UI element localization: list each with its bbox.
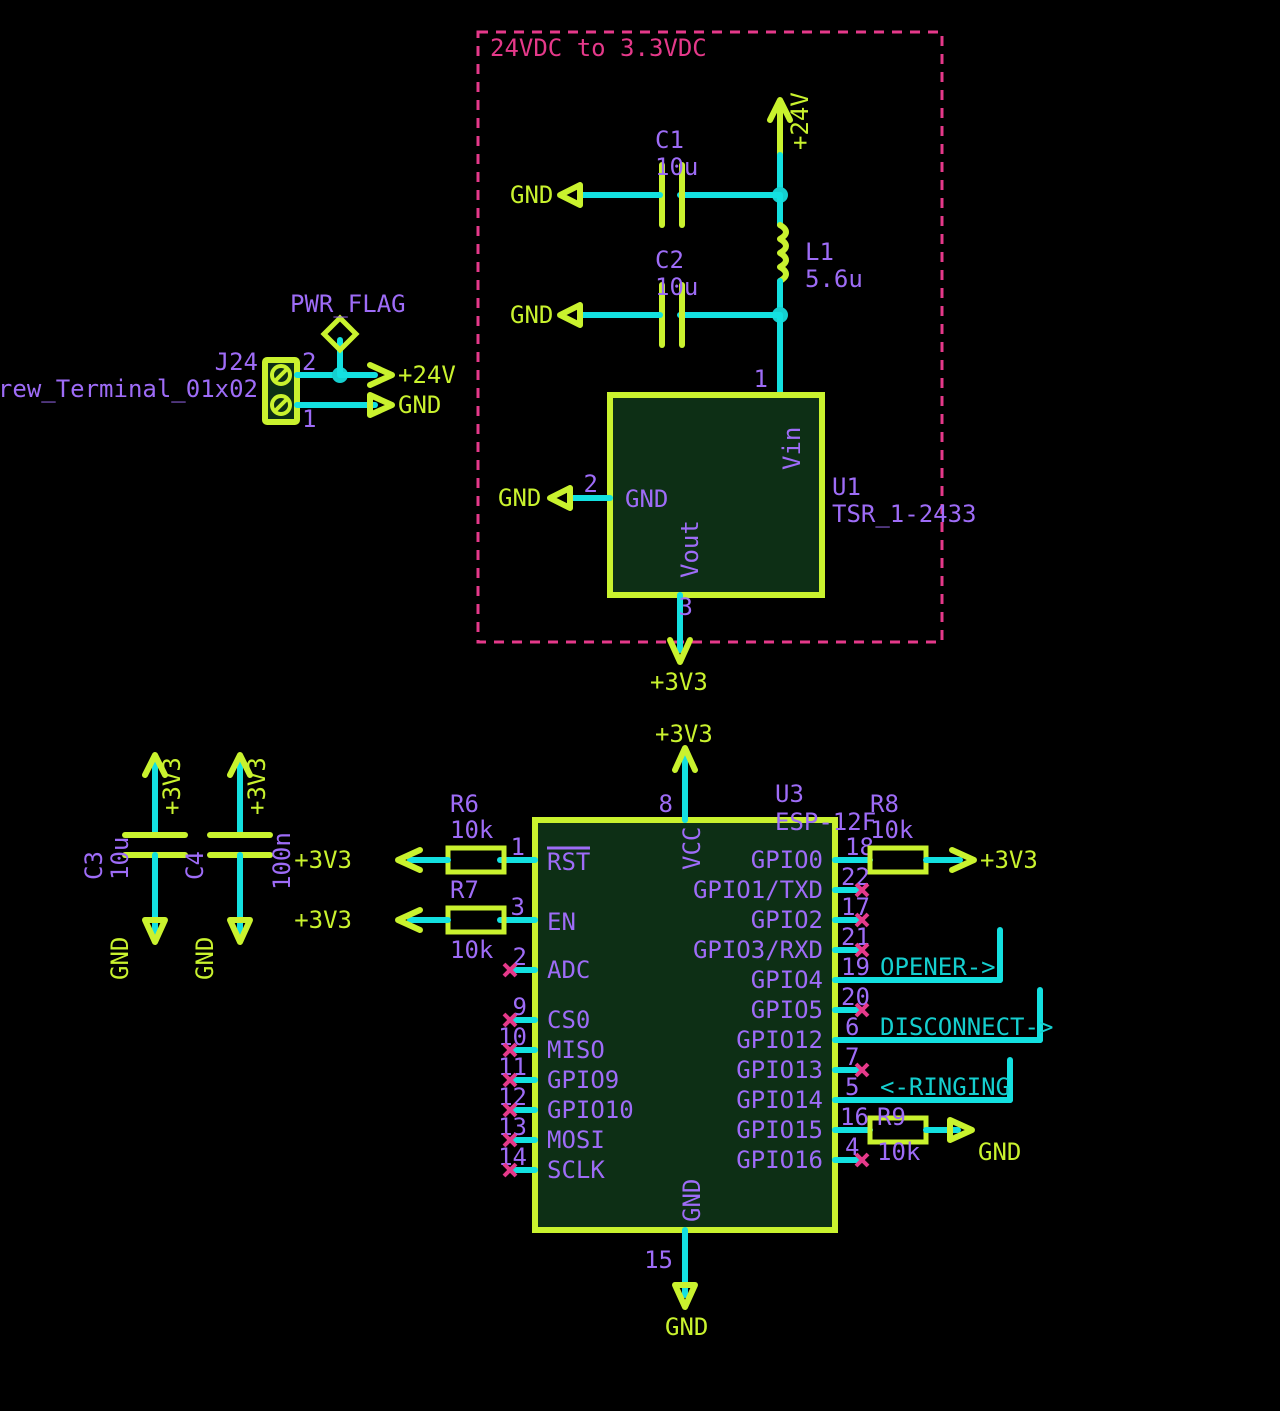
- cap-c1: GND C1 10u: [510, 126, 788, 225]
- svg-text:15: 15: [644, 1246, 673, 1274]
- svg-text:GPIO13: GPIO13: [736, 1056, 823, 1084]
- svg-text:GND: GND: [510, 301, 553, 329]
- svg-text:Vin: Vin: [778, 427, 806, 470]
- svg-text:GND: GND: [665, 1313, 708, 1341]
- svg-text:R6: R6: [450, 790, 479, 818]
- svg-text:MISO: MISO: [547, 1036, 605, 1064]
- svg-text:MOSI: MOSI: [547, 1126, 605, 1154]
- svg-text:GPIO5: GPIO5: [751, 996, 823, 1024]
- svg-text:PWR_FLAG: PWR_FLAG: [290, 290, 406, 318]
- svg-text:ESP-12F: ESP-12F: [775, 808, 876, 836]
- svg-text:GPIO4: GPIO4: [751, 966, 823, 994]
- svg-text:1: 1: [302, 405, 316, 433]
- svg-text:10k: 10k: [450, 816, 494, 844]
- svg-text:C1: C1: [655, 126, 684, 154]
- svg-text:GPIO10: GPIO10: [547, 1096, 634, 1124]
- svg-text:2: 2: [584, 470, 598, 498]
- svg-text:1: 1: [511, 833, 525, 861]
- svg-text:10u: 10u: [655, 153, 698, 181]
- schematic: 24VDC to 3.3VDC +24V GND C1 10u L1 5.6u …: [0, 0, 1280, 1411]
- svg-text:100n: 100n: [268, 832, 296, 890]
- svg-text:GND: GND: [625, 485, 668, 513]
- svg-text:GPIO3/RXD: GPIO3/RXD: [693, 936, 823, 964]
- svg-text:U1: U1: [832, 473, 861, 501]
- svg-text:+3V3: +3V3: [980, 846, 1038, 874]
- svg-text:GPIO12: GPIO12: [736, 1026, 823, 1054]
- svg-text:GPIO16: GPIO16: [736, 1146, 823, 1174]
- svg-text:GPIO0: GPIO0: [751, 846, 823, 874]
- svg-text:+3V3: +3V3: [650, 668, 708, 696]
- svg-text:1: 1: [754, 365, 768, 393]
- svg-text:GND: GND: [398, 391, 441, 419]
- svg-text:+24V: +24V: [398, 361, 456, 389]
- svg-text:10u: 10u: [655, 273, 698, 301]
- svg-text:8: 8: [659, 790, 673, 818]
- svg-text:GPIO15: GPIO15: [736, 1116, 823, 1144]
- svg-text:GPIO9: GPIO9: [547, 1066, 619, 1094]
- svg-text:+3V3: +3V3: [294, 906, 352, 934]
- svg-text:2: 2: [302, 348, 316, 376]
- svg-text:GND: GND: [510, 181, 553, 209]
- svg-text:16: 16: [840, 1103, 869, 1131]
- svg-text:<-RINGING: <-RINGING: [880, 1073, 1010, 1101]
- svg-text:L1: L1: [805, 238, 834, 266]
- svg-text:C4: C4: [181, 851, 209, 880]
- svg-text:TSR_1-2433: TSR_1-2433: [832, 500, 977, 528]
- svg-text:R8: R8: [870, 790, 899, 818]
- cap-c2: GND C2 10u: [510, 246, 780, 345]
- svg-text:RST: RST: [547, 848, 590, 876]
- svg-text:C3: C3: [80, 851, 108, 880]
- svg-text:+3V3: +3V3: [655, 720, 713, 748]
- reg-u1: Vin Vout GND U1 TSR_1-2433 2 GND 3 +3V3: [498, 395, 977, 696]
- svg-text:DISCONNECT->: DISCONNECT->: [880, 1013, 1053, 1041]
- svg-text:OPENER->: OPENER->: [880, 953, 996, 981]
- ind-l1: L1 5.6u: [772, 195, 863, 323]
- svg-text:GPIO14: GPIO14: [736, 1086, 823, 1114]
- svg-text:C2: C2: [655, 246, 684, 274]
- svg-text:5: 5: [845, 1073, 859, 1101]
- svg-text:3: 3: [679, 593, 693, 621]
- section-title: 24VDC to 3.3VDC: [490, 34, 707, 62]
- svg-text:3: 3: [511, 893, 525, 921]
- svg-text:+3V3: +3V3: [243, 757, 271, 815]
- svg-text:GND: GND: [191, 937, 219, 980]
- svg-text:+3V3: +3V3: [158, 757, 186, 815]
- svg-text:GND: GND: [106, 937, 134, 980]
- svg-text:J24: J24: [215, 348, 258, 376]
- svg-text:6: 6: [845, 1013, 859, 1041]
- svg-text:GND: GND: [498, 484, 541, 512]
- svg-text:10k: 10k: [870, 816, 914, 844]
- conn-j24: J24 Screw_Terminal_01x02 2 +24V 1 GND PW…: [0, 290, 456, 433]
- svg-text:EN: EN: [547, 908, 576, 936]
- svg-text:VCC: VCC: [678, 827, 706, 870]
- svg-text:R7: R7: [450, 876, 479, 904]
- svg-text:10k: 10k: [450, 936, 494, 964]
- decoupling-caps: +3V3 GND C3 10u +3V3 GND C4 100n: [80, 755, 296, 980]
- ic-u3: U3 ESP-12F +3V3 VCC 8 GND GND 15 1 RST +…: [294, 720, 1053, 1341]
- svg-text:+3V3: +3V3: [294, 846, 352, 874]
- svg-text:GND: GND: [678, 1179, 706, 1222]
- svg-text:ADC: ADC: [547, 956, 590, 984]
- svg-text:10k: 10k: [877, 1138, 921, 1166]
- svg-text:19: 19: [841, 953, 870, 981]
- svg-text:GPIO2: GPIO2: [751, 906, 823, 934]
- svg-text:SCLK: SCLK: [547, 1156, 605, 1184]
- svg-text:10u: 10u: [106, 837, 134, 880]
- svg-text:GND: GND: [978, 1138, 1021, 1166]
- svg-text:+24V: +24V: [786, 92, 814, 150]
- net-24v-top: +24V: [770, 92, 814, 155]
- svg-text:Vout: Vout: [676, 520, 704, 578]
- svg-text:R9: R9: [877, 1103, 906, 1131]
- svg-text:5.6u: 5.6u: [805, 265, 863, 293]
- svg-text:CS0: CS0: [547, 1006, 590, 1034]
- svg-text:Screw_Terminal_01x02: Screw_Terminal_01x02: [0, 375, 258, 403]
- svg-text:GPIO1/TXD: GPIO1/TXD: [693, 876, 823, 904]
- svg-text:U3: U3: [775, 780, 804, 808]
